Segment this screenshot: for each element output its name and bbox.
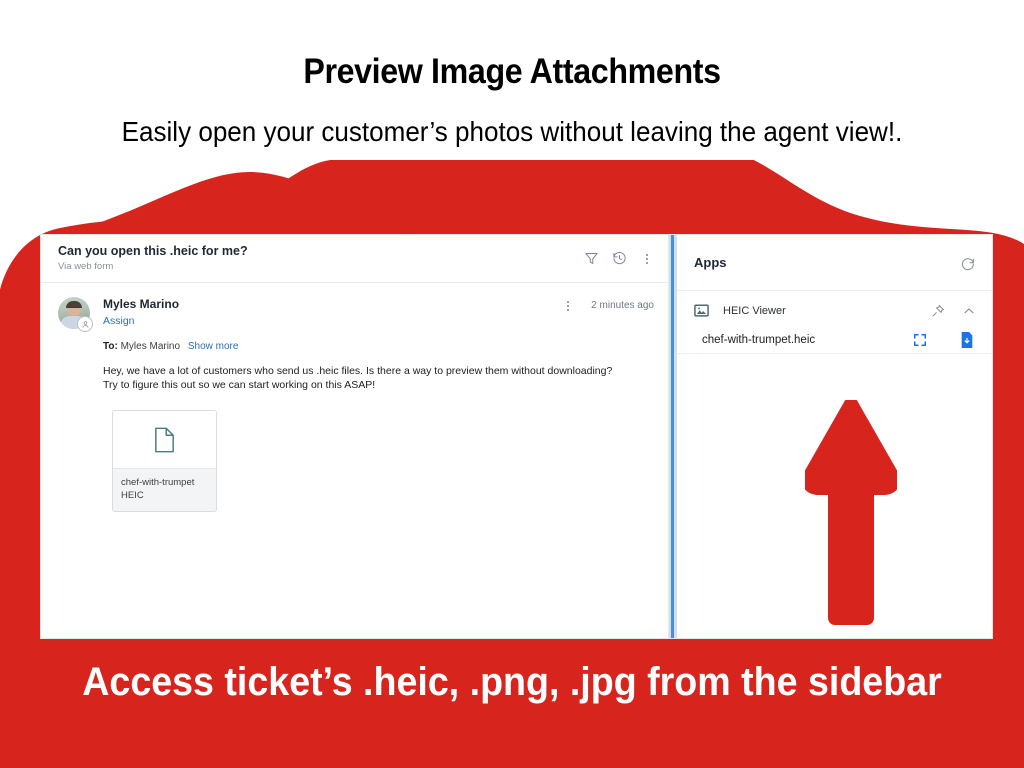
attachment-filetype: HEIC (121, 490, 144, 501)
file-actions (913, 332, 974, 348)
attachment-thumbnail (113, 411, 216, 469)
chevron-up-icon[interactable] (962, 304, 976, 318)
assign-link[interactable]: Assign (103, 314, 561, 329)
document-icon (155, 427, 174, 452)
ticket-pane: Can you open this .heic for me? Via web … (41, 235, 669, 638)
message-timestamp: 2 minutes ago (591, 300, 654, 311)
app-entry-heic-viewer[interactable]: HEIC Viewer (677, 291, 992, 318)
history-icon[interactable] (612, 251, 627, 266)
message-author: Myles Marino (103, 297, 180, 311)
message-body-line-1: Hey, we have a lot of customers who send… (103, 365, 613, 377)
download-file-icon[interactable] (960, 332, 974, 348)
page-title: Preview Image Attachments (303, 52, 721, 91)
up-arrow-annotation (805, 400, 897, 625)
app-file-row: chef-with-trumpet.heic (677, 318, 992, 348)
attachment-card[interactable]: chef-with-trumpet HEIC (112, 410, 217, 512)
message-recipients: To: Myles Marino Show more (103, 340, 654, 354)
page-subtitle: Easily open your customer’s photos witho… (121, 116, 903, 147)
file-name: chef-with-trumpet.heic (702, 334, 816, 346)
more-options-icon[interactable] (640, 251, 654, 266)
message-body-line-2: Try to figure this out so we can start w… (103, 379, 376, 391)
message-more-options-icon[interactable] (561, 298, 575, 313)
to-label: To: (103, 341, 118, 352)
filter-icon[interactable] (584, 251, 599, 266)
ticket-subject: Can you open this .heic for me? (58, 244, 248, 258)
apps-title: Apps (694, 255, 727, 270)
ticket-message: Myles Marino Assign 2 minutes ago To: My… (41, 283, 668, 512)
banner-caption: Access ticket’s .heic, .png, .jpg from t… (82, 660, 942, 704)
user-badge-icon (77, 316, 93, 332)
attachment-label: chef-with-trumpet HEIC (113, 469, 216, 511)
refresh-icon[interactable] (960, 255, 976, 271)
message-body: Hey, we have a lot of customers who send… (103, 364, 654, 392)
image-app-icon (694, 303, 709, 318)
show-more-link[interactable]: Show more (188, 341, 239, 352)
ticket-header-actions (584, 251, 654, 266)
ticket-channel: Via web form (58, 261, 114, 272)
app-name: HEIC Viewer (723, 304, 786, 317)
app-actions (931, 304, 976, 318)
pin-icon[interactable] (931, 304, 945, 318)
pane-splitter[interactable] (669, 235, 677, 638)
to-value: Myles Marino (120, 341, 181, 352)
apps-header: Apps (677, 235, 992, 291)
avatar (58, 297, 93, 332)
slide-canvas: Preview Image Attachments Easily open yo… (0, 0, 1024, 768)
apps-section-divider (677, 353, 992, 354)
fullscreen-icon[interactable] (913, 333, 927, 347)
attachment-filename: chef-with-trumpet (121, 477, 195, 488)
ticket-header: Can you open this .heic for me? Via web … (41, 235, 668, 283)
